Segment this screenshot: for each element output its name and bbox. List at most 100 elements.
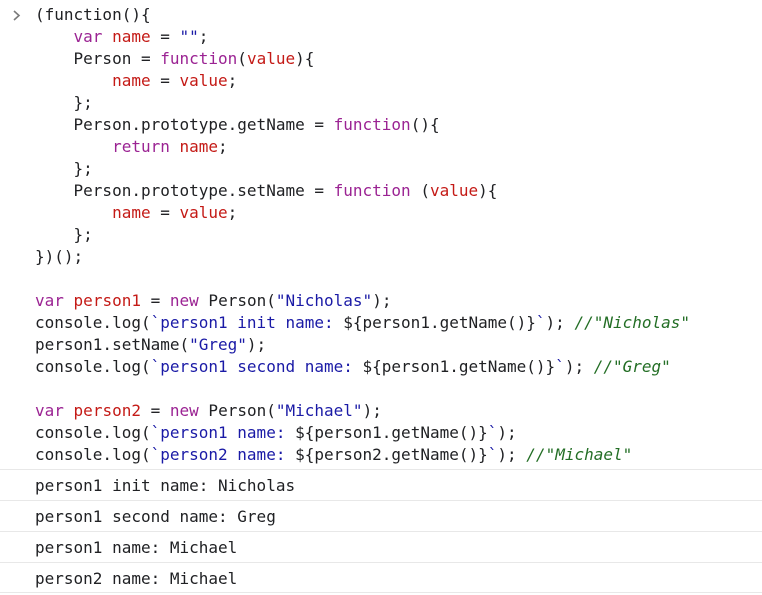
- code-token-plain: );: [545, 313, 575, 332]
- code-token-comment: //"Greg": [593, 357, 671, 376]
- code-line: Person.prototype.setName = function (val…: [0, 180, 762, 202]
- code-token-plain: ${person1.getName()}: [343, 313, 536, 332]
- code-token-kw: function: [160, 49, 238, 68]
- code-token-var: name: [112, 71, 151, 90]
- code-token-plain: );: [362, 401, 382, 420]
- code-token-tpl: `: [555, 357, 565, 376]
- code-token-plain: };: [35, 225, 93, 244]
- code-line: person1.setName("Greg");: [0, 334, 762, 356]
- code-token-plain: ${person2.getName()}: [295, 445, 488, 464]
- code-line: };: [0, 224, 762, 246]
- code-token-var: name: [112, 203, 151, 222]
- code-token-kw: function: [333, 181, 411, 200]
- code-token-plain: };: [35, 159, 93, 178]
- code-line: (function(){: [0, 4, 762, 26]
- code-line: var name = "";: [0, 26, 762, 48]
- code-line: };: [0, 158, 762, 180]
- code-token-kw: var: [35, 291, 64, 310]
- code-token-plain: console.log(: [35, 313, 151, 332]
- code-token-tpl: `: [487, 423, 498, 442]
- code-token-plain: );: [497, 423, 517, 442]
- code-token-plain: ;: [227, 71, 238, 90]
- code-token-var: name: [112, 27, 151, 46]
- code-token-str: "Michael": [275, 401, 363, 420]
- code-token-plain: (: [237, 49, 247, 68]
- code-line: name = value;: [0, 202, 762, 224]
- code-token-var: value: [179, 71, 228, 90]
- code-line: console.log(`person1 second name: ${pers…: [0, 356, 762, 378]
- code-token-plain: Person(: [198, 401, 276, 420]
- code-token-plain: =: [150, 203, 180, 222]
- code-token-tpl: `person1 init name:: [150, 313, 344, 332]
- code-token-plain: ;: [227, 203, 238, 222]
- code-line: })();: [0, 246, 762, 268]
- code-token-var: person1: [73, 291, 141, 310]
- code-token-tpl: `: [535, 313, 546, 332]
- console-input-block[interactable]: (function(){ var name = ""; Person = fun…: [0, 0, 762, 469]
- code-token-plain: );: [564, 357, 594, 376]
- code-token-plain: Person.prototype.getName =: [35, 115, 334, 134]
- code-token-plain: =: [150, 71, 180, 90]
- code-token-tpl: `person1 name:: [150, 423, 296, 442]
- code-token-plain: console.log(: [35, 423, 151, 442]
- code-token-plain: Person =: [35, 49, 161, 68]
- code-token-kw: var: [35, 401, 64, 420]
- console-output-list: person1 init name: Nicholas person1 secon…: [0, 469, 762, 593]
- code-line: console.log(`person2 name: ${person2.get…: [0, 444, 762, 466]
- code-token-plain: =: [140, 401, 170, 420]
- code-token-plain: };: [35, 93, 93, 112]
- code-token-plain: (: [410, 181, 430, 200]
- code-editor[interactable]: (function(){ var name = ""; Person = fun…: [0, 4, 762, 466]
- console-output-row: person1 second name: Greg: [0, 500, 762, 531]
- code-token-plain: console.log(: [35, 357, 151, 376]
- code-line: };: [0, 92, 762, 114]
- code-token-plain: person1.setName(: [35, 335, 190, 354]
- code-line: var person2 = new Person("Michael");: [0, 400, 762, 422]
- code-token-str: "": [179, 27, 199, 46]
- code-token-plain: =: [150, 27, 180, 46]
- code-token-var: value: [246, 49, 296, 68]
- code-token-plain: ;: [198, 27, 209, 46]
- code-token-plain: ${person1.getName()}: [295, 423, 488, 442]
- code-token-plain: ){: [478, 181, 498, 200]
- code-token-plain: =: [140, 291, 170, 310]
- code-token-tpl: `person1 second name:: [150, 357, 363, 376]
- code-token-plain: );: [246, 335, 267, 354]
- code-line: return name;: [0, 136, 762, 158]
- code-token-plain: })();: [35, 247, 84, 266]
- code-token-plain: ${person1.getName()}: [362, 357, 556, 376]
- code-line: console.log(`person1 init name: ${person…: [0, 312, 762, 334]
- code-line: var person1 = new Person("Nicholas");: [0, 290, 762, 312]
- devtools-console: (function(){ var name = ""; Person = fun…: [0, 0, 762, 593]
- code-token-str: "Greg": [189, 335, 247, 354]
- code-token-plain: );: [372, 291, 392, 310]
- code-token-plain: ;: [218, 137, 228, 156]
- code-token-plain: (function(){: [35, 5, 151, 24]
- code-token-comment: //"Michael": [526, 445, 633, 464]
- code-token-kw: function: [333, 115, 411, 134]
- console-output-row: person1 init name: Nicholas: [0, 469, 762, 500]
- code-token-plain: Person(: [198, 291, 276, 310]
- code-token-var: name: [179, 137, 219, 156]
- code-token-comment: //"Nicholas": [574, 313, 691, 332]
- code-token-tpl: `: [487, 445, 498, 464]
- code-token-var: value: [429, 181, 479, 200]
- code-token-str: "Nicholas": [275, 291, 373, 310]
- code-token-kw: new: [169, 401, 199, 420]
- code-line: Person.prototype.getName = function(){: [0, 114, 762, 136]
- code-token-var: value: [179, 203, 228, 222]
- code-line: name = value;: [0, 70, 762, 92]
- code-token-plain: ){: [295, 49, 315, 68]
- console-output-row: person2 name: Michael: [0, 562, 762, 593]
- code-line: console.log(`person1 name: ${person1.get…: [0, 422, 762, 444]
- code-token-var: person2: [73, 401, 141, 420]
- code-token-kw: var: [73, 27, 103, 46]
